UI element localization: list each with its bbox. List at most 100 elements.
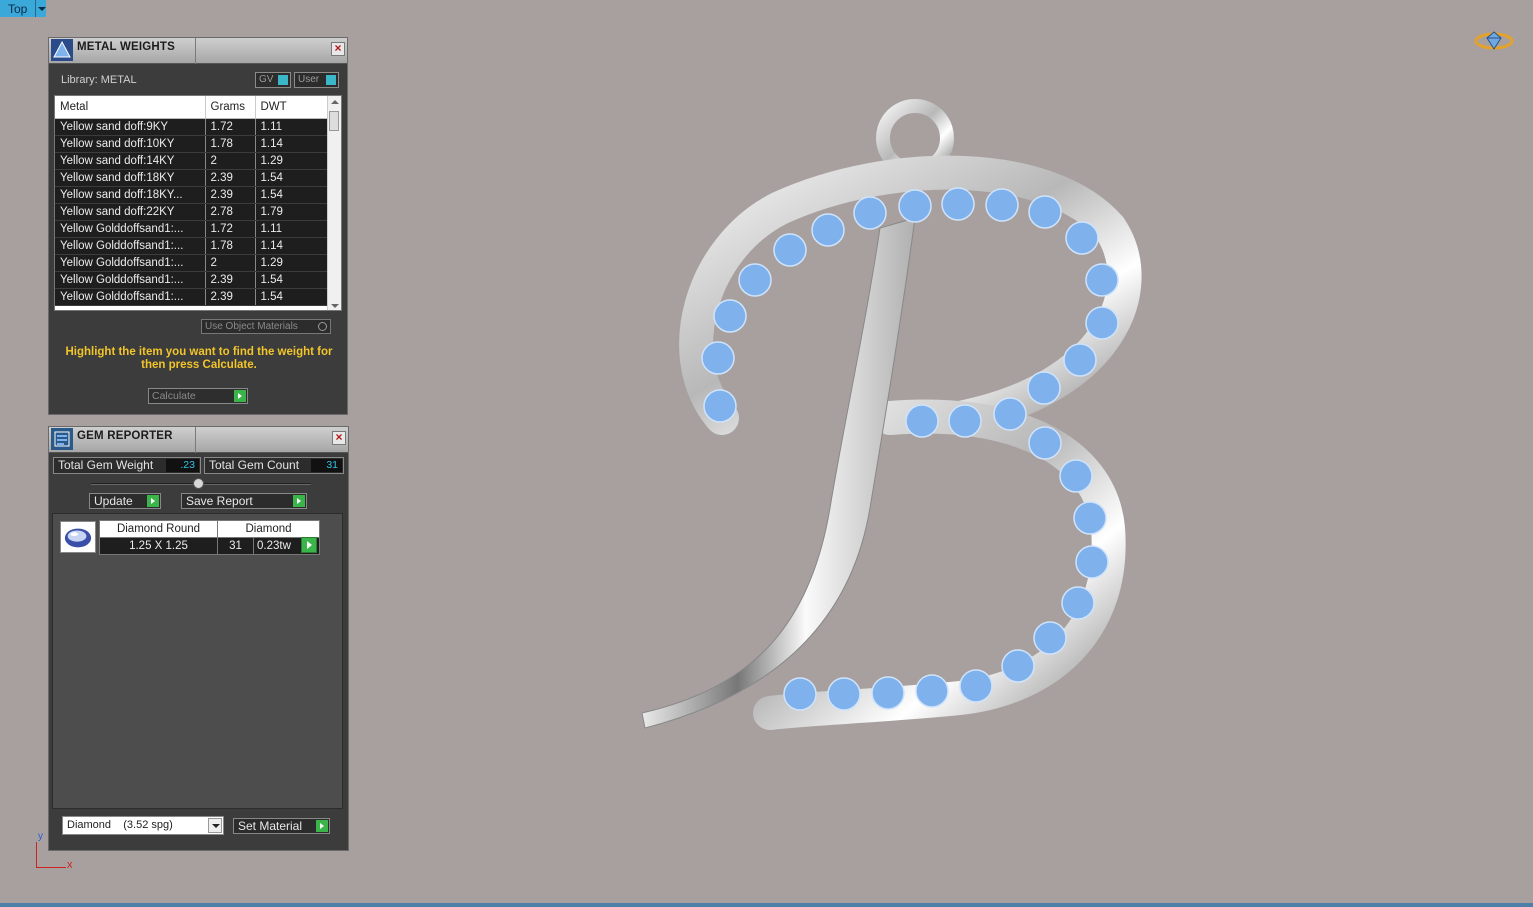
- total-gem-count-label: Total Gem Count: [209, 458, 300, 472]
- calculate-button[interactable]: Calculate: [148, 388, 248, 404]
- grams-cell: 2: [205, 152, 256, 170]
- gem-header-row: Diamond Round Diamond: [99, 520, 320, 538]
- metal-name-cell: Yellow Golddoffsand1:...: [55, 237, 206, 255]
- panel-title: METAL WEIGHTS: [77, 41, 176, 53]
- calculate-label: Calculate: [152, 390, 196, 402]
- material-select[interactable]: Diamond (3.52 spg): [62, 816, 224, 835]
- x-axis-label: x: [67, 859, 73, 871]
- dwt-cell: 1.54: [255, 169, 330, 187]
- grams-cell: 1.72: [205, 220, 256, 238]
- dwt-cell: 1.11: [255, 118, 330, 136]
- metal-name-cell: Yellow Golddoffsand1:...: [55, 271, 206, 289]
- pendant-render: [641, 99, 1142, 730]
- dwt-cell: 1.14: [255, 135, 330, 153]
- update-button[interactable]: Update: [89, 493, 161, 509]
- metal-weights-panel: METAL WEIGHTS × Library: METAL GV User M…: [48, 37, 348, 415]
- table-row[interactable]: Yellow Golddoffsand1:... 2.39 1.54: [55, 271, 330, 289]
- play-arrow-icon: [147, 495, 159, 507]
- play-arrow-icon: [293, 495, 305, 507]
- panel-title: GEM REPORTER: [77, 430, 173, 442]
- metal-name-cell: Yellow Golddoffsand1:...: [55, 288, 206, 306]
- viewport-label[interactable]: Top: [0, 0, 36, 17]
- gem-material: Diamond: [217, 520, 320, 538]
- table-header-row: Metal Grams DWT: [55, 96, 330, 119]
- table-row[interactable]: Yellow Golddoffsand1:... 1.78 1.14: [55, 237, 330, 255]
- table-row[interactable]: Yellow Golddoffsand1:... 1.72 1.11: [55, 220, 330, 238]
- grams-cell: 1.78: [205, 237, 256, 255]
- user-toggle[interactable]: User: [294, 72, 339, 88]
- user-label: User: [298, 74, 320, 85]
- header-divider: [195, 427, 196, 453]
- gem-thumbnail[interactable]: [60, 521, 96, 553]
- grams-cell: 2: [205, 254, 256, 272]
- table-scrollbar[interactable]: [327, 96, 341, 310]
- dwt-cell: 1.54: [255, 271, 330, 289]
- material-select-value: Diamond (3.52 spg): [67, 819, 173, 831]
- grams-cell: 1.72: [205, 118, 256, 136]
- gv-toggle[interactable]: GV: [255, 72, 291, 88]
- metal-weights-icon: [51, 39, 73, 61]
- metal-name-cell: Yellow Golddoffsand1:...: [55, 254, 206, 272]
- slider-handle[interactable]: [193, 478, 204, 489]
- save-report-label: Save Report: [186, 494, 253, 508]
- save-report-button[interactable]: Save Report: [181, 493, 307, 509]
- y-axis-line: [36, 842, 37, 868]
- play-arrow-icon: [316, 820, 328, 832]
- scroll-thumb[interactable]: [329, 111, 339, 131]
- scroll-down-icon[interactable]: [331, 304, 339, 308]
- dwt-cell: 1.54: [255, 288, 330, 306]
- column-header[interactable]: Grams: [205, 96, 256, 119]
- metal-weights-header[interactable]: METAL WEIGHTS ×: [49, 38, 347, 64]
- scroll-up-icon[interactable]: [331, 100, 339, 104]
- table-row[interactable]: Yellow sand doff:18KY... 2.39 1.54: [55, 186, 330, 204]
- use-object-materials-label: Use Object Materials: [205, 321, 298, 332]
- header-divider: [195, 38, 196, 64]
- metal-name-cell: Yellow sand doff:14KY: [55, 152, 206, 170]
- column-header[interactable]: DWT: [255, 96, 330, 119]
- metal-name-cell: Yellow sand doff:18KY: [55, 169, 206, 187]
- grams-cell: 2.39: [205, 169, 256, 187]
- gem-detail-arrow-icon[interactable]: [301, 537, 317, 553]
- set-material-button[interactable]: Set Material: [233, 818, 330, 834]
- total-gem-count-value: 31: [311, 459, 342, 472]
- table-row[interactable]: Yellow sand doff:14KY 2 1.29: [55, 152, 330, 170]
- table-row[interactable]: Yellow sand doff:10KY 1.78 1.14: [55, 135, 330, 153]
- dwt-cell: 1.29: [255, 152, 330, 170]
- gv-label: GV: [259, 74, 274, 85]
- use-object-materials-checkbox[interactable]: Use Object Materials: [201, 319, 331, 334]
- gem-reporter-header[interactable]: GEM REPORTER ×: [49, 427, 348, 453]
- metal-name-cell: Yellow Golddoffsand1:...: [55, 220, 206, 238]
- viewport-label-dropdown[interactable]: Top: [0, 0, 47, 17]
- metal-name-cell: Yellow sand doff:9KY: [55, 118, 206, 136]
- set-material-label: Set Material: [238, 819, 303, 833]
- navigation-gizmo-icon[interactable]: [1474, 30, 1514, 52]
- metal-table: Metal Grams DWT Yellow sand doff:9KY 1.72…: [54, 95, 342, 311]
- table-row[interactable]: Yellow Golddoffsand1:... 2.39 1.54: [55, 288, 330, 306]
- chevron-down-icon[interactable]: [35, 0, 47, 17]
- grams-cell: 2.39: [205, 288, 256, 306]
- metal-name-cell: Yellow sand doff:22KY: [55, 203, 206, 221]
- gem-list: Diamond Round Diamond 1.25 X 1.25 31 0.2…: [52, 513, 343, 809]
- bottom-border: [0, 903, 1533, 907]
- grams-cell: 2.39: [205, 271, 256, 289]
- grams-cell: 2.78: [205, 203, 256, 221]
- total-gem-weight-label: Total Gem Weight: [58, 458, 154, 472]
- table-row[interactable]: Yellow sand doff:22KY 2.78 1.79: [55, 203, 330, 221]
- dwt-cell: 1.54: [255, 186, 330, 204]
- dwt-cell: 1.79: [255, 203, 330, 221]
- x-axis-line: [36, 867, 66, 868]
- table-row[interactable]: Yellow sand doff:9KY 1.72 1.11: [55, 118, 330, 136]
- hint-text: Highlight the item you want to find the …: [65, 346, 333, 371]
- total-gem-weight-value: .23: [166, 459, 199, 472]
- table-row[interactable]: Yellow Golddoffsand1:... 2 1.29: [55, 254, 330, 272]
- chevron-down-icon[interactable]: [208, 818, 222, 833]
- radio-icon: [318, 322, 327, 331]
- library-label: Library: METAL: [61, 74, 137, 86]
- column-header[interactable]: Metal: [55, 96, 206, 119]
- close-icon[interactable]: ×: [331, 42, 345, 56]
- close-icon[interactable]: ×: [332, 431, 346, 445]
- metal-name-cell: Yellow sand doff:10KY: [55, 135, 206, 153]
- table-row[interactable]: Yellow sand doff:18KY 2.39 1.54: [55, 169, 330, 187]
- table-row[interactable]: 1.25 X 1.25 31 0.23tw: [99, 537, 320, 555]
- diamond-round-icon: [64, 528, 92, 548]
